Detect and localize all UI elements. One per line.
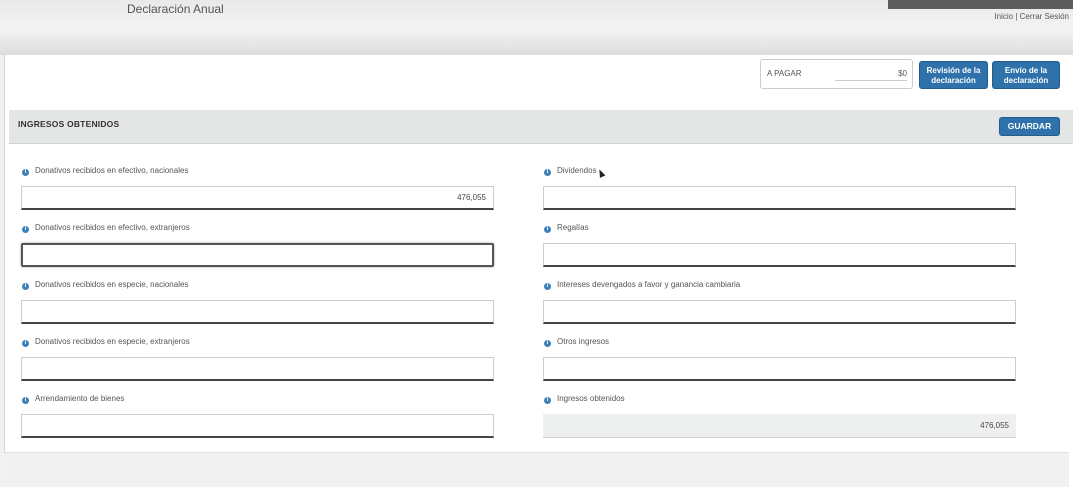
info-icon[interactable]: i	[544, 397, 551, 404]
field-label-regalias: i Regalías	[544, 223, 589, 233]
field-label-intereses: i Intereses devengados a favor y ganancia…	[544, 280, 740, 290]
info-icon[interactable]: i	[544, 169, 551, 176]
pay-label: A PAGAR	[767, 69, 802, 78]
field-label-arrendamiento: i Arrendamiento de bienes	[22, 394, 124, 404]
pay-value: $0	[835, 69, 907, 81]
input-efectivo-nacionales[interactable]	[21, 186, 494, 210]
input-arrendamiento[interactable]	[21, 414, 494, 438]
top-links: Inicio | Cerrar Sesión	[994, 12, 1069, 21]
info-icon[interactable]: i	[22, 226, 29, 233]
info-icon[interactable]: i	[22, 169, 29, 176]
field-label-ingresos-obtenidos: i Ingresos obtenidos	[544, 394, 625, 404]
pay-summary-box: A PAGAR $0	[760, 59, 913, 89]
field-label-otros-ingresos: i Otros ingresos	[544, 337, 609, 347]
top-header: Declaración Anual Inicio | Cerrar Sesión	[0, 0, 1073, 55]
input-efectivo-extranjeros[interactable]	[21, 243, 494, 267]
logout-link[interactable]: Cerrar Sesión	[1020, 12, 1069, 21]
top-dark-bar	[888, 0, 1073, 9]
input-especie-extranjeros[interactable]	[21, 357, 494, 381]
review-declaration-button[interactable]: Revisión de la declaración	[919, 61, 988, 89]
input-intereses[interactable]	[543, 300, 1016, 324]
section-header: INGRESOS OBTENIDOS GUARDAR	[9, 110, 1073, 144]
save-button[interactable]: GUARDAR	[999, 117, 1060, 136]
input-regalias[interactable]	[543, 243, 1016, 267]
app-title: Declaración Anual	[127, 2, 224, 16]
input-ingresos-obtenidos-total	[543, 414, 1016, 438]
input-especie-nacionales[interactable]	[21, 300, 494, 324]
info-icon[interactable]: i	[544, 226, 551, 233]
section-title: INGRESOS OBTENIDOS	[18, 119, 120, 129]
field-label-especie-nacionales: i Donativos recibidos en especie, naciona…	[22, 280, 188, 290]
send-declaration-button[interactable]: Envío de la declaración	[992, 61, 1060, 89]
bottom-band	[4, 452, 1069, 487]
field-label-especie-extranjeros: i Donativos recibidos en especie, extranj…	[22, 337, 190, 347]
home-link[interactable]: Inicio	[994, 12, 1013, 21]
info-icon[interactable]: i	[22, 340, 29, 347]
info-icon[interactable]: i	[544, 340, 551, 347]
field-label-efectivo-nacionales: i Donativos recibidos en efectivo, nacion…	[22, 166, 188, 176]
info-icon[interactable]: i	[22, 397, 29, 404]
input-otros-ingresos[interactable]	[543, 357, 1016, 381]
link-separator: |	[1015, 12, 1018, 21]
input-dividendos[interactable]	[543, 186, 1016, 210]
info-icon[interactable]: i	[544, 283, 551, 290]
field-label-efectivo-extranjeros: i Donativos recibidos en efectivo, extran…	[22, 223, 190, 233]
info-icon[interactable]: i	[22, 283, 29, 290]
field-label-dividendos: i Dividendos	[544, 166, 597, 176]
